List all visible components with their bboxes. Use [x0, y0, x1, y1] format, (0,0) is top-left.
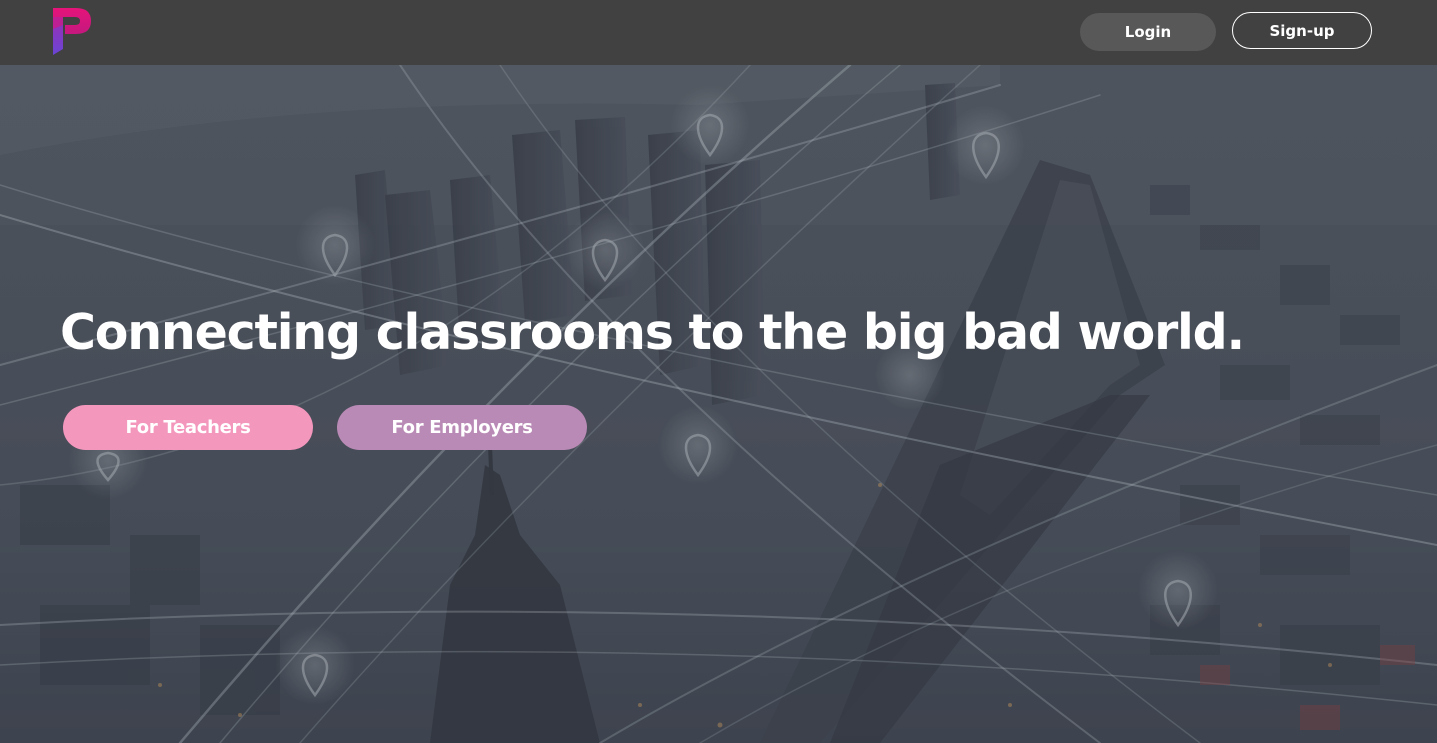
for-employers-button[interactable]: For Employers — [337, 405, 587, 450]
top-navigation-bar: Login Sign-up — [0, 0, 1437, 65]
for-teachers-button[interactable]: For Teachers — [63, 405, 313, 450]
brand-p-logo-icon[interactable] — [50, 5, 94, 59]
landing-page: Login Sign-up Connecting classrooms to t… — [0, 0, 1437, 743]
hero-overlay — [0, 65, 1437, 743]
hero-headline: Connecting classrooms to the big bad wor… — [60, 304, 1245, 361]
login-button[interactable]: Login — [1080, 13, 1216, 51]
signup-button[interactable]: Sign-up — [1232, 12, 1372, 49]
hero-section: Connecting classrooms to the big bad wor… — [0, 65, 1437, 743]
